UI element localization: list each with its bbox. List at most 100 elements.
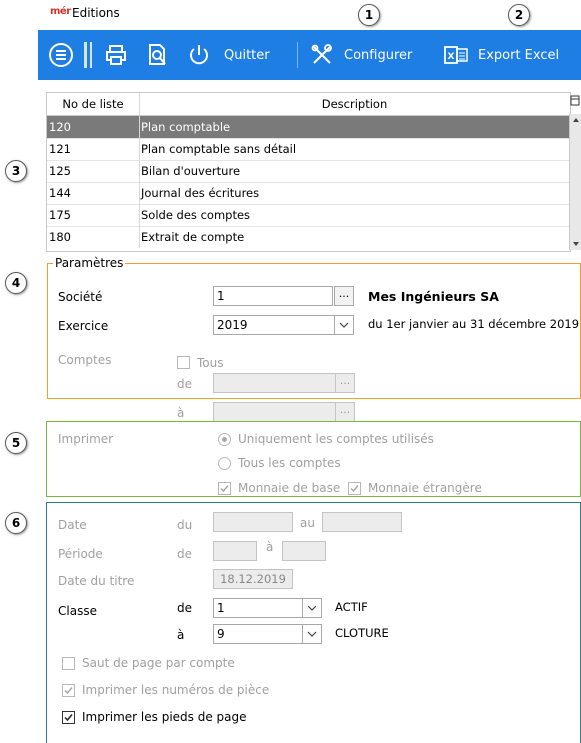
column-chooser-icon[interactable] — [569, 93, 581, 113]
print-icon — [106, 45, 126, 65]
column-header-description[interactable]: Description — [139, 93, 570, 115]
export-excel-button[interactable]: X Export Excel — [444, 30, 559, 80]
classe-to-select[interactable]: 9 — [213, 624, 303, 644]
cell-description: Journal des écritures — [141, 186, 260, 200]
scroll-up-icon[interactable] — [570, 114, 581, 126]
comptes-de-input — [213, 373, 336, 393]
periode-a-label: à — [266, 540, 274, 554]
exercice-dropdown-button[interactable] — [334, 315, 354, 335]
comptes-label: Comptes — [58, 353, 112, 367]
column-divider — [139, 116, 140, 138]
radio-all-accounts[interactable] — [218, 457, 231, 470]
column-divider — [139, 204, 140, 226]
menu-icon — [49, 43, 73, 67]
table-row[interactable]: 125 Bilan d'ouverture — [47, 160, 570, 183]
date-du-label: du — [177, 518, 193, 532]
marker-6: 6 — [5, 512, 27, 534]
radio-used-accounts[interactable] — [218, 433, 231, 446]
options-group — [46, 502, 581, 743]
classe-to-name: CLOTURE — [335, 626, 389, 640]
column-header-no[interactable]: No de liste — [47, 93, 140, 115]
table-row[interactable]: 180 Extrait de compte — [47, 226, 570, 248]
comptes-a-input — [213, 402, 336, 422]
checkmark-icon — [220, 485, 229, 493]
toolbar: Quitter Configurer X Export Excel — [38, 30, 581, 80]
configure-button[interactable]: Configurer — [310, 30, 412, 80]
exercice-range: du 1er janvier au 31 décembre 2019 — [368, 317, 580, 331]
radio-all-accounts-label: Tous les comptes — [238, 456, 341, 470]
table-header: No de liste Description — [47, 93, 570, 116]
chevron-down-icon — [307, 631, 317, 637]
monnaie-base-label: Monnaie de base — [238, 481, 341, 495]
radio-dot — [222, 437, 227, 442]
menu-button[interactable] — [48, 30, 74, 80]
excel-icon: X — [444, 46, 468, 64]
classe-from-dropdown-button[interactable] — [302, 598, 322, 618]
tous-label: Tous — [197, 356, 224, 370]
report-list-table: No de liste Description 120 Plan comptab… — [46, 92, 571, 252]
configure-label: Configurer — [344, 47, 413, 63]
classe-de-label: de — [177, 601, 192, 615]
column-divider — [139, 138, 140, 160]
column-divider — [139, 226, 140, 248]
saut-page-checkbox[interactable] — [62, 657, 75, 670]
marker-5: 5 — [5, 432, 27, 454]
export-excel-label: Export Excel — [478, 47, 560, 63]
num-piece-label: Imprimer les numéros de pièce — [82, 683, 270, 697]
marker-1: 1 — [358, 4, 380, 26]
comptes-a-label: à — [177, 406, 185, 420]
societe-input[interactable]: 1 — [213, 286, 333, 306]
date-titre-label: Date du titre — [58, 574, 135, 588]
toolbar-separator — [297, 42, 298, 68]
cell-description: Plan comptable sans détail — [141, 142, 297, 156]
cell-description: Plan comptable — [141, 120, 231, 134]
date-titre-input: 18.12.2019 — [213, 569, 293, 589]
checkmark-icon — [350, 485, 359, 493]
monnaie-base-checkbox[interactable] — [218, 482, 231, 495]
quit-label: Quitter — [224, 47, 270, 63]
pieds-page-checkbox[interactable] — [62, 711, 75, 724]
chevron-down-icon — [307, 605, 317, 611]
cell-description: Extrait de compte — [141, 230, 245, 244]
print-button[interactable] — [105, 30, 127, 80]
preview-button[interactable] — [146, 30, 168, 80]
tous-checkbox[interactable] — [177, 356, 190, 369]
table-row[interactable]: 121 Plan comptable sans détail — [47, 138, 570, 161]
column-divider — [139, 182, 140, 204]
periode-from-input — [213, 541, 257, 561]
marker-3: 3 — [5, 160, 27, 182]
exercice-select[interactable]: 2019 — [213, 315, 335, 335]
app-logo: mér — [50, 6, 71, 17]
marker-4: 4 — [5, 272, 27, 294]
classe-from-select[interactable]: 1 — [213, 598, 303, 618]
comptes-de-lookup-button: ... — [335, 373, 355, 393]
classe-from-name: ACTIF — [335, 600, 368, 614]
tools-icon — [311, 44, 332, 64]
classe-label: Classe — [58, 604, 97, 618]
comptes-de-label: de — [177, 377, 192, 391]
table-row[interactable]: 120 Plan comptable — [47, 116, 570, 139]
periode-label: Période — [58, 547, 103, 561]
window-title: Editions — [72, 6, 120, 20]
societe-lookup-button[interactable]: ... — [334, 286, 354, 306]
list-scrollbar[interactable] — [569, 114, 581, 250]
scroll-down-icon[interactable] — [570, 238, 581, 250]
monnaie-etrangere-label: Monnaie étrangère — [368, 481, 482, 495]
societe-name: Mes Ingénieurs SA — [368, 289, 499, 304]
date-label: Date — [58, 518, 87, 532]
svg-text:X: X — [448, 52, 455, 62]
date-from-input — [213, 512, 293, 532]
cell-description: Bilan d'ouverture — [141, 164, 241, 178]
title-bar: mér Editions — [0, 0, 581, 30]
preview-icon — [149, 44, 166, 65]
saut-page-label: Saut de page par compte — [82, 656, 235, 670]
table-row[interactable]: 144 Journal des écritures — [47, 182, 570, 205]
monnaie-etrangere-checkbox[interactable] — [348, 482, 361, 495]
num-piece-checkbox[interactable] — [62, 684, 75, 697]
cell-description: Solde des comptes — [141, 208, 251, 222]
classe-to-dropdown-button[interactable] — [302, 624, 322, 644]
quit-button[interactable]: Quitter — [188, 30, 270, 80]
checkmark-icon — [64, 687, 73, 695]
table-row[interactable]: 175 Solde des comptes — [47, 204, 570, 227]
societe-label: Société — [58, 290, 103, 304]
